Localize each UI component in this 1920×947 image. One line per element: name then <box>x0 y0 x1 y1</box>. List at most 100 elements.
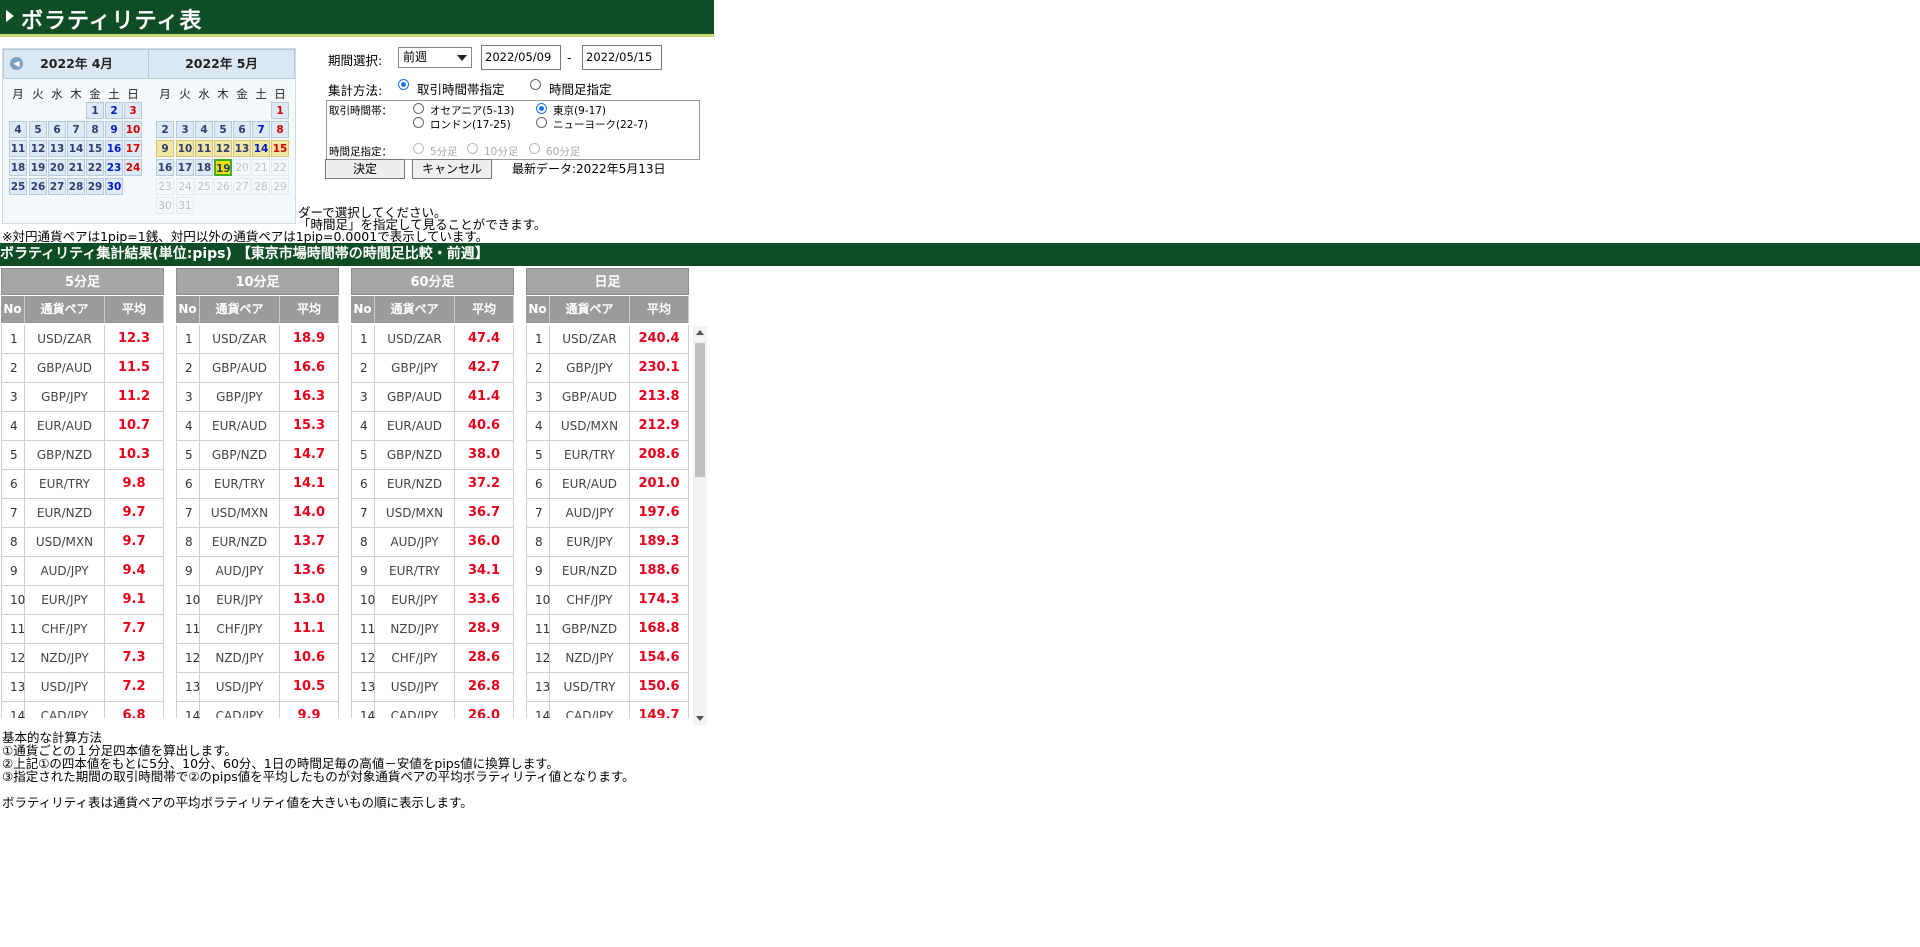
calendar-day[interactable]: 18 <box>195 159 213 176</box>
calendar-day[interactable]: 10 <box>176 140 194 157</box>
calendar-day[interactable]: 9 <box>156 140 174 157</box>
calendar-day[interactable]: 12 <box>29 140 47 157</box>
calendar-day[interactable]: 8 <box>271 121 289 138</box>
calendar-day[interactable]: 28 <box>67 178 85 195</box>
calendar-day[interactable]: 13 <box>48 140 66 157</box>
calendar-day[interactable]: 13 <box>233 140 251 157</box>
cell-avg: 230.1 <box>630 354 689 382</box>
calendar-day[interactable]: 4 <box>195 121 213 138</box>
calendar-day[interactable]: 6 <box>48 121 66 138</box>
calendar-day[interactable]: 19 <box>29 159 47 176</box>
scrollbar[interactable] <box>693 326 707 725</box>
calendar-day[interactable]: 11 <box>195 140 213 157</box>
calendar-day[interactable]: 21 <box>67 159 85 176</box>
column-header-avg: 平均 <box>105 296 164 323</box>
calendar-day[interactable]: 1 <box>271 102 289 119</box>
month-label: 2022年 5月 <box>185 56 258 71</box>
calendar-day[interactable]: 12 <box>214 140 232 157</box>
calendar-day[interactable]: 29 <box>271 178 289 195</box>
calendar-day[interactable]: 24 <box>176 178 194 195</box>
calendar-day[interactable]: 23 <box>105 159 123 176</box>
calendar-day[interactable]: 26 <box>29 178 47 195</box>
calendar-day[interactable]: 8 <box>86 121 104 138</box>
calendar-day[interactable]: 28 <box>252 178 270 195</box>
calendar-day[interactable]: 10 <box>124 121 142 138</box>
prev-month-icon[interactable]: ◀ <box>10 57 23 70</box>
cell-avg: 12.3 <box>105 325 164 353</box>
calendar-day[interactable]: 30 <box>105 178 123 195</box>
period-select[interactable]: 前週 <box>398 47 472 68</box>
calendar-day[interactable]: 31 <box>176 197 194 214</box>
calendar-day[interactable]: 22 <box>271 159 289 176</box>
calendar-day[interactable]: 14 <box>252 140 270 157</box>
calendar-day[interactable]: 11 <box>9 140 27 157</box>
radio-oceania[interactable] <box>413 103 424 114</box>
calendar-day[interactable]: 25 <box>195 178 213 195</box>
cell-pair: CHF/JPY <box>25 615 105 643</box>
ok-button[interactable]: 決定 <box>325 159 405 179</box>
calendar-day[interactable]: 16 <box>156 159 174 176</box>
calendar-day[interactable]: 23 <box>156 178 174 195</box>
cell-no: 14 <box>176 702 200 718</box>
cell-avg: 10.3 <box>105 441 164 469</box>
calendar-day[interactable]: 3 <box>176 121 194 138</box>
table-row: 4 EUR/AUD 15.3 <box>176 412 339 441</box>
date-to-input[interactable]: 2022/05/15 <box>582 45 662 70</box>
column-header-no: No <box>351 296 375 323</box>
calendar-day[interactable]: 27 <box>48 178 66 195</box>
calendar-day[interactable]: 17 <box>124 140 142 157</box>
calendar-day[interactable]: 7 <box>67 121 85 138</box>
cancel-button[interactable]: キャンセル <box>412 159 492 179</box>
calendar-day[interactable]: 15 <box>86 140 104 157</box>
cell-avg: 47.4 <box>455 325 514 353</box>
calendar-day[interactable]: 24 <box>124 159 142 176</box>
scroll-down-icon[interactable] <box>696 716 704 721</box>
cell-no: 5 <box>526 441 550 469</box>
radio-5min[interactable] <box>413 143 424 154</box>
scroll-thumb[interactable] <box>695 343 705 477</box>
calendar-day[interactable]: 21 <box>252 159 270 176</box>
radio-tokyo[interactable] <box>536 103 547 114</box>
cell-no: 13 <box>176 673 200 701</box>
method-radio-session[interactable] <box>398 79 409 90</box>
calendar-day[interactable]: 22 <box>86 159 104 176</box>
calendar-day[interactable]: 1 <box>86 102 104 119</box>
calendar-day[interactable]: 27 <box>233 178 251 195</box>
calendar-day[interactable]: 17 <box>176 159 194 176</box>
calendar-day[interactable]: 20 <box>233 159 251 176</box>
column-header-no: No <box>1 296 25 323</box>
calendar-day[interactable]: 6 <box>233 121 251 138</box>
method-radio-timeframe[interactable] <box>530 79 541 90</box>
method-opt1-label: 取引時間帯指定 <box>417 82 505 97</box>
scroll-up-icon[interactable] <box>696 330 704 335</box>
calendar-day[interactable]: 2 <box>156 121 174 138</box>
calendar-day[interactable]: 4 <box>9 121 27 138</box>
calendar-day[interactable]: 20 <box>48 159 66 176</box>
calendar-day[interactable]: 25 <box>9 178 27 195</box>
cell-no: 6 <box>351 470 375 498</box>
calendar-day[interactable]: 3 <box>124 102 142 119</box>
radio-london[interactable] <box>413 117 424 128</box>
calendar-day[interactable]: 7 <box>252 121 270 138</box>
cell-avg: 188.6 <box>630 557 689 585</box>
radio-newyork[interactable] <box>536 117 547 128</box>
calendar-day[interactable]: 9 <box>105 121 123 138</box>
calendar-day[interactable]: 19 <box>214 159 232 176</box>
calendar-day[interactable]: 2 <box>105 102 123 119</box>
calendar-day[interactable]: 14 <box>67 140 85 157</box>
date-from-input[interactable]: 2022/05/09 <box>481 45 561 70</box>
calendar-day[interactable]: 5 <box>29 121 47 138</box>
calendar-day[interactable]: 5 <box>214 121 232 138</box>
calendar-day[interactable]: 29 <box>86 178 104 195</box>
calendar-day[interactable]: 26 <box>214 178 232 195</box>
cell-pair: GBP/JPY <box>25 383 105 411</box>
cell-no: 9 <box>1 557 25 585</box>
calendar-day[interactable]: 18 <box>9 159 27 176</box>
calendar-day[interactable]: 30 <box>156 197 174 214</box>
calendar-day[interactable]: 16 <box>105 140 123 157</box>
cell-pair: USD/MXN <box>375 499 455 527</box>
cell-no: 10 <box>1 586 25 614</box>
calendar-day[interactable]: 15 <box>271 140 289 157</box>
radio-10min[interactable] <box>467 143 478 154</box>
radio-60min[interactable] <box>529 143 540 154</box>
